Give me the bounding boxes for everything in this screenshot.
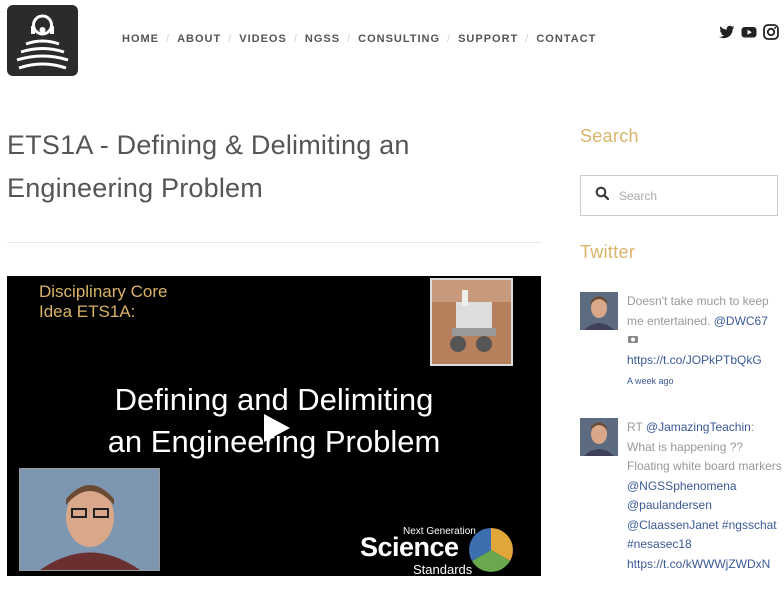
nav-contact[interactable]: CONTACT [536, 33, 596, 45]
presenter-thumbnail [19, 468, 160, 571]
tweet-time[interactable]: A week ago [627, 370, 782, 392]
video-embed[interactable]: Disciplinary Core Idea ETS1A: Defining a… [7, 276, 541, 576]
main-nav: HOME / ABOUT / VIDEOS / NGSS / CONSULTIN… [122, 33, 596, 45]
youtube-icon[interactable] [741, 24, 757, 40]
site-logo[interactable] [7, 5, 78, 76]
nav-separator: / [525, 33, 530, 45]
tweet-link[interactable]: https://t.co/JOPkPTbQkG [627, 353, 762, 367]
search-box [580, 175, 778, 216]
twitter-icon[interactable] [719, 24, 735, 40]
instagram-icon[interactable] [763, 24, 779, 40]
nav-separator: / [447, 33, 452, 45]
video-idea-line2: Idea ETS1A: [39, 302, 136, 321]
nav-support[interactable]: SUPPORT [458, 33, 518, 45]
tweet-mention[interactable]: @ClaassenJanet [627, 518, 719, 532]
search-heading: Search [580, 126, 639, 146]
avatar[interactable] [580, 292, 618, 330]
search-input[interactable] [619, 188, 769, 203]
ngss-pie-icon [467, 526, 515, 576]
tweet-hashtag[interactable]: #nesasec18 [627, 537, 692, 551]
rover-thumbnail [430, 278, 513, 366]
ngss-logo-science: Science [360, 532, 459, 562]
tweet-hashtag[interactable]: #ngsschat [722, 518, 777, 532]
avatar[interactable] [580, 418, 618, 456]
camera-icon [627, 333, 639, 347]
tweet-mention[interactable]: @DWC67 [714, 314, 768, 328]
video-idea-label: Disciplinary Core Idea ETS1A: [39, 282, 167, 322]
nav-videos[interactable]: VIDEOS [239, 33, 287, 45]
search-icon [595, 186, 610, 205]
nav-ngss[interactable]: NGSS [305, 33, 340, 45]
social-links [719, 24, 779, 40]
tweet-text: Doesn't take much to keep me entertained… [627, 292, 782, 392]
twitter-heading: Twitter [580, 242, 636, 262]
tweet-mention[interactable]: @JamazingTeachin [646, 420, 751, 434]
video-idea-line1: Disciplinary Core [39, 282, 168, 301]
nav-about[interactable]: ABOUT [177, 33, 221, 45]
tweet-mention[interactable]: @NGSSphenomena [627, 479, 737, 493]
nav-separator: / [293, 33, 298, 45]
tweet-mention[interactable]: @paulandersen [627, 498, 712, 512]
play-icon[interactable] [262, 413, 292, 448]
title-divider [7, 242, 541, 243]
nav-separator: / [228, 33, 233, 45]
nav-separator: / [347, 33, 352, 45]
nav-home[interactable]: HOME [122, 33, 159, 45]
ngss-logo-standards: Standards [413, 562, 473, 576]
tweet-link[interactable]: https://t.co/kWWWjZWDxN [627, 557, 770, 571]
tweet-text: RT @JamazingTeachin: What is happening ?… [627, 418, 782, 574]
page-title: ETS1A - Defining & Delimiting an Enginee… [7, 130, 410, 203]
tweet-rt-prefix: RT [627, 420, 646, 434]
nav-consulting[interactable]: CONSULTING [358, 33, 440, 45]
nav-separator: / [166, 33, 171, 45]
